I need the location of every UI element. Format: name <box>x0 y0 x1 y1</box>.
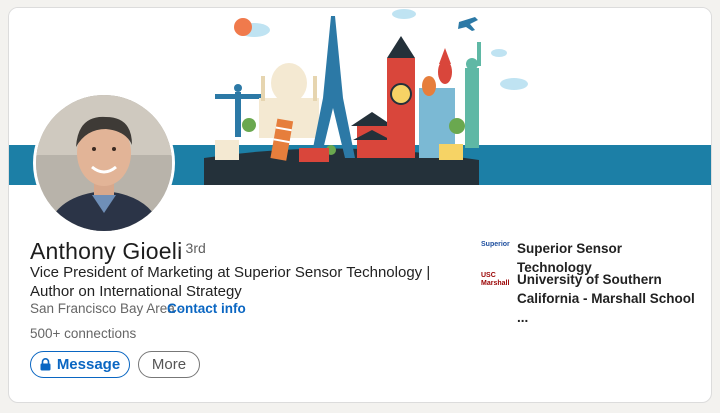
avatar <box>36 95 172 231</box>
avatar-frame[interactable] <box>33 92 175 234</box>
message-button-label: Message <box>56 356 121 373</box>
profile-photo <box>36 95 172 231</box>
school-logo: USC Marshall <box>481 272 510 287</box>
profile-headline: Vice President of Marketing at Superior … <box>30 264 431 300</box>
more-button[interactable]: More <box>138 351 200 378</box>
connections-count: 500+ connections <box>30 326 137 341</box>
org-education[interactable]: USC Marshall University of Southern Cali… <box>481 270 697 327</box>
contact-info-link[interactable]: Contact info <box>167 301 246 316</box>
profile-location: San Francisco Bay Area · <box>30 301 184 316</box>
profile-name: Anthony Gioeli <box>30 238 183 264</box>
profile-card: Anthony Gioeli · 3rd Vice President of M… <box>8 7 712 403</box>
connection-degree: · 3rd <box>177 240 206 256</box>
message-button[interactable]: Message <box>30 351 130 378</box>
lock-icon <box>40 358 51 371</box>
company-logo: Superior <box>481 241 510 248</box>
more-button-label: More <box>151 356 187 373</box>
org-name: University of Southern California - Mars… <box>517 272 695 325</box>
